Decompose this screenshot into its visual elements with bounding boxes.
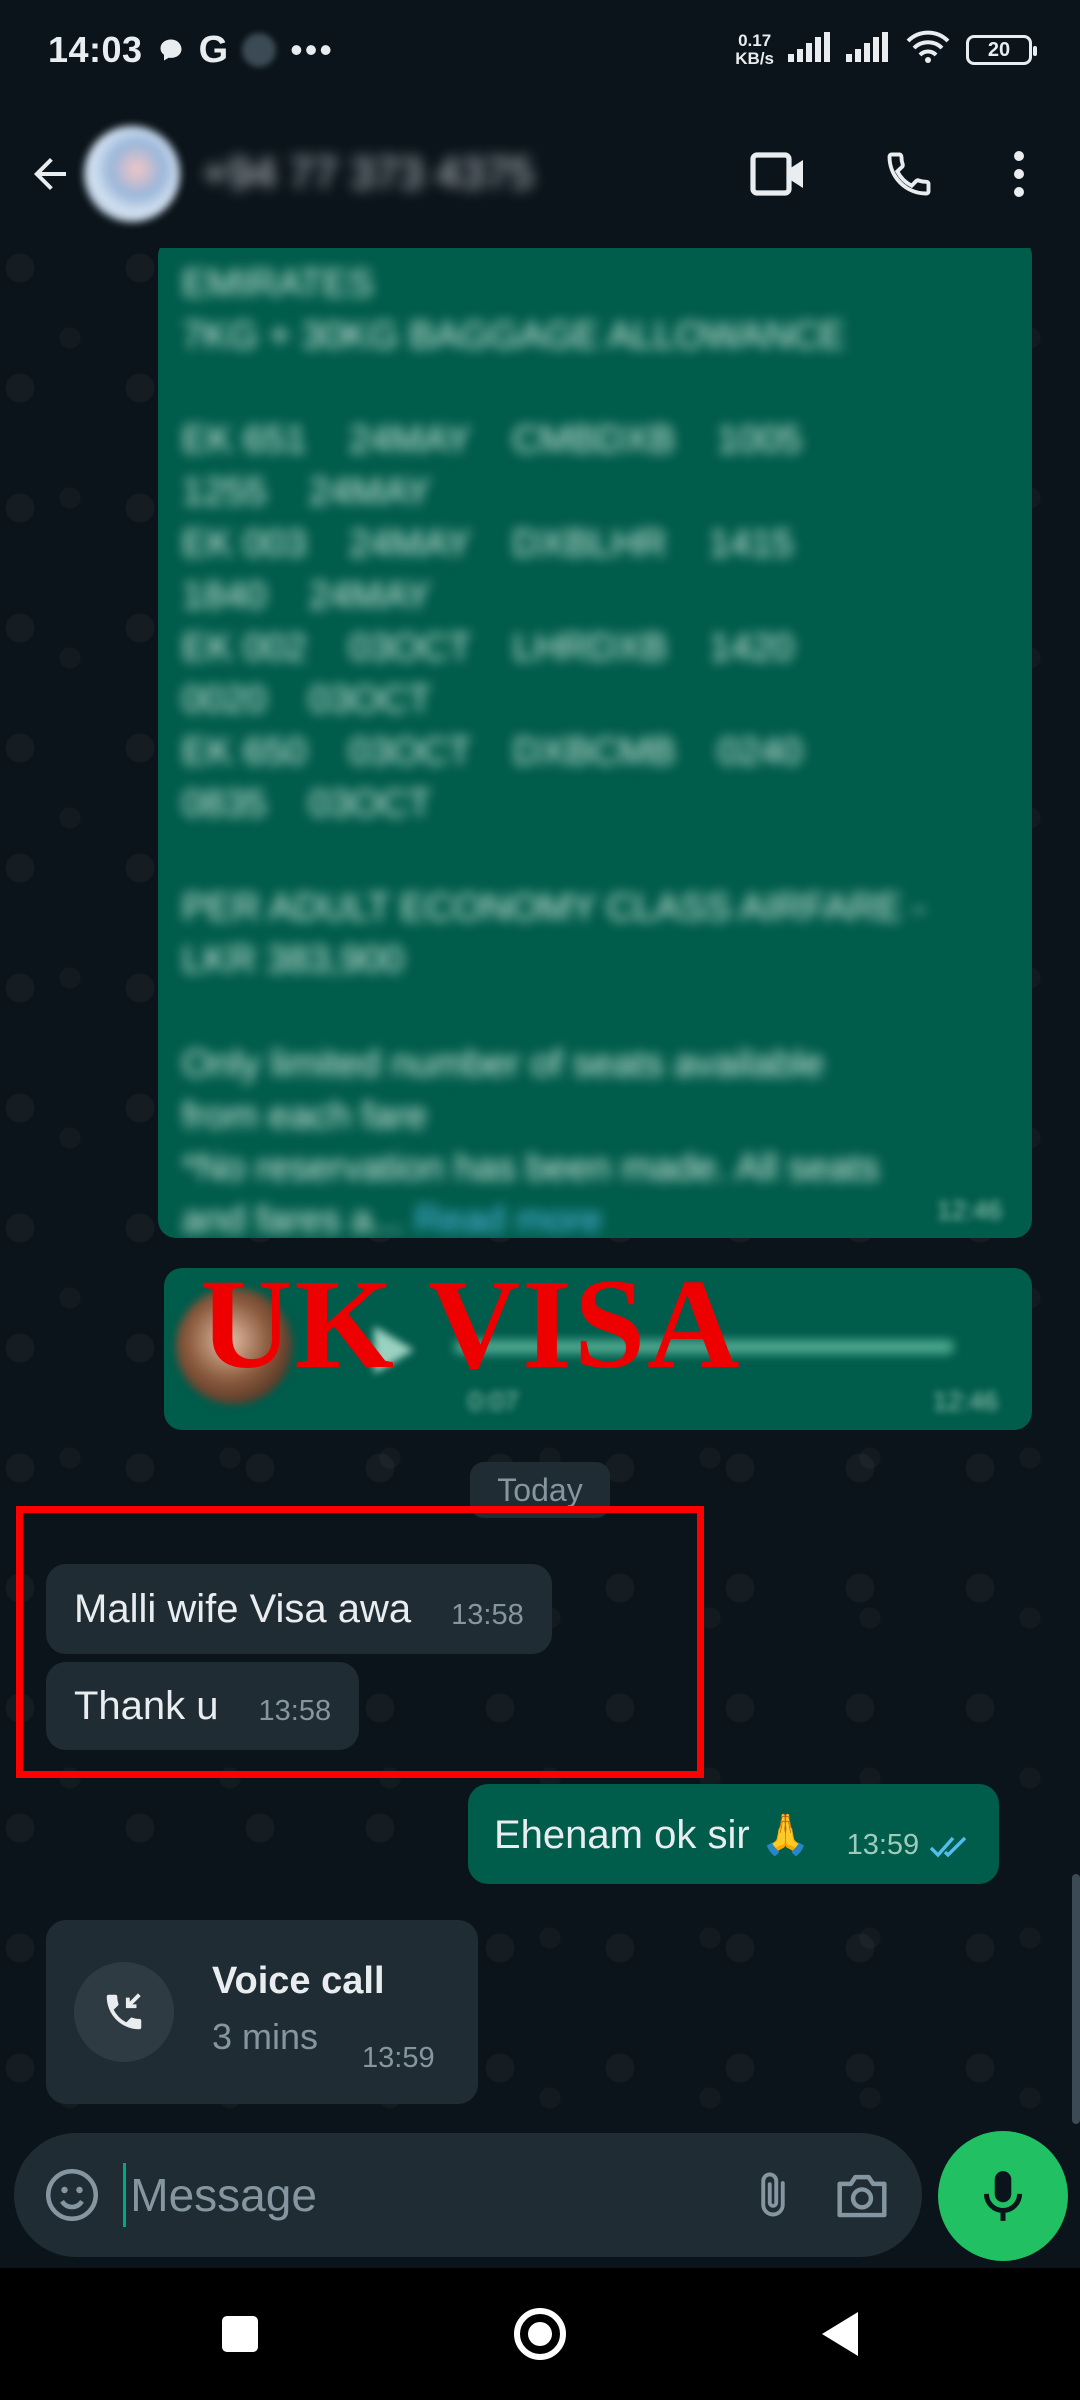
missed-call-icon-container <box>74 1962 174 2062</box>
app-icon <box>242 33 277 67</box>
text-caret <box>122 2163 127 2227</box>
home-button[interactable] <box>490 2284 590 2384</box>
google-icon: G <box>198 28 229 71</box>
back-nav-button[interactable] <box>790 2284 890 2384</box>
chat-icon <box>157 36 185 64</box>
overlay-annotation-label: UK VISA <box>200 1253 742 1395</box>
camera-icon <box>837 2174 887 2218</box>
voice-call-button[interactable] <box>854 119 964 229</box>
chat-header: +94 77 373 4375 <box>0 100 1080 248</box>
system-nav-bar <box>0 2268 1080 2400</box>
phone-icon <box>887 152 931 196</box>
voice-message-button[interactable] <box>938 2131 1068 2261</box>
audio-time: 12:46 <box>932 1386 998 1416</box>
message-time: 13:59 <box>846 1829 920 1861</box>
scrollbar-thumb[interactable] <box>1072 1874 1080 2124</box>
forwarded-message-text: EMIRATES 7KG + 30KG BAGGAGE ALLOWANCE EK… <box>182 258 1008 1238</box>
video-call-button[interactable] <box>724 119 834 229</box>
contact-avatar[interactable] <box>84 126 180 222</box>
back-arrow-icon <box>34 158 66 190</box>
video-call-icon <box>750 152 803 196</box>
message-input-container[interactable] <box>14 2133 922 2257</box>
contact-name[interactable]: +94 77 373 4375 <box>202 149 534 199</box>
net-speed-value: 0.17 <box>738 31 772 50</box>
read-ticks-icon <box>929 1834 973 1860</box>
attach-button[interactable] <box>728 2143 817 2247</box>
call-duration: 3 mins <box>212 2016 319 2057</box>
outgoing-message[interactable]: Ehenam ok sir 🙏 13:59 <box>468 1784 1000 1884</box>
message-time: 13:59 <box>362 2042 435 2074</box>
wifi-icon <box>904 29 952 72</box>
home-icon <box>514 2308 566 2360</box>
forwarded-body: EMIRATES 7KG + 30KG BAGGAGE ALLOWANCE EK… <box>182 263 926 1238</box>
call-title: Voice call <box>212 1960 385 2002</box>
composer-bar <box>0 2128 1080 2268</box>
camera-button[interactable] <box>817 2143 906 2247</box>
more-icon: ••• <box>290 29 334 70</box>
status-time: 14:03 <box>48 29 143 70</box>
outgoing-forwarded-message[interactable]: EMIRATES 7KG + 30KG BAGGAGE ALLOWANCE EK… <box>158 248 1032 1238</box>
incoming-call-icon <box>106 1993 142 2030</box>
more-options-button[interactable] <box>984 119 1054 229</box>
battery-icon: 20 <box>966 35 1037 65</box>
more-vertical-icon <box>1014 151 1024 197</box>
status-bar: 14:03 G ••• 0.17 KB/s 20 <box>0 0 1080 100</box>
emoji-icon <box>46 2169 99 2221</box>
signal-icon <box>788 29 832 71</box>
annotation-highlight-box <box>16 1506 704 1778</box>
mic-icon <box>983 2171 1023 2221</box>
net-speed: 0.17 KB/s <box>735 32 774 68</box>
recents-button[interactable] <box>190 2284 290 2384</box>
emoji-button[interactable] <box>28 2143 117 2247</box>
signal-icon <box>846 29 890 71</box>
message-time: 12:46 <box>936 1195 1002 1225</box>
attach-icon <box>761 2172 785 2217</box>
back-icon <box>822 2312 858 2356</box>
message-text: Ehenam ok sir 🙏 <box>494 1812 811 1857</box>
net-speed-unit: KB/s <box>735 49 774 68</box>
message-input[interactable] <box>130 2168 729 2222</box>
back-button[interactable] <box>18 134 82 214</box>
recents-icon <box>222 2316 258 2352</box>
chat-area[interactable]: EMIRATES 7KG + 30KG BAGGAGE ALLOWANCE EK… <box>0 248 1080 2128</box>
voice-call-message[interactable]: Voice call 3 mins 13:59 <box>46 1920 478 2104</box>
read-more-link[interactable]: Read more <box>414 1199 602 1238</box>
battery-level: 20 <box>987 38 1011 61</box>
